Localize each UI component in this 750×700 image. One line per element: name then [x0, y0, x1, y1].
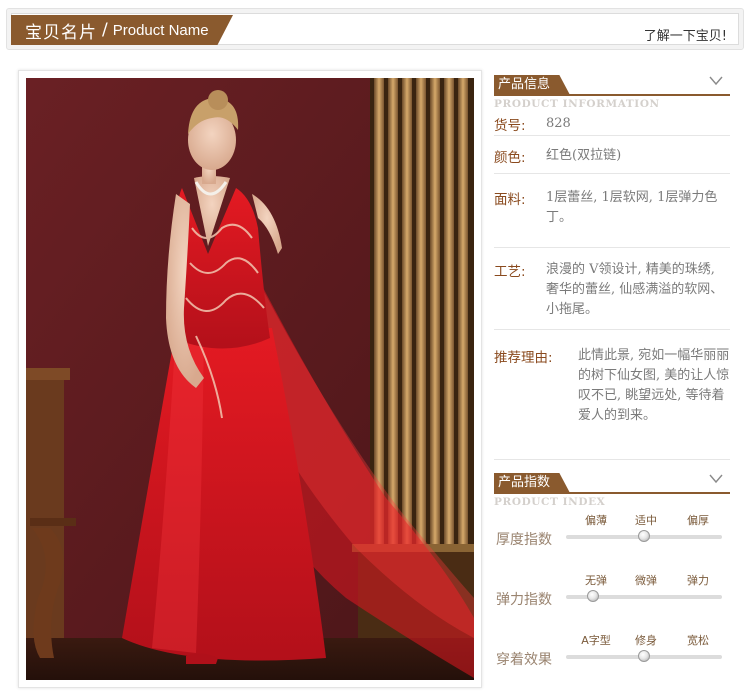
learn-more-link[interactable]: 了解一下宝贝! — [644, 25, 727, 44]
info-row-item-number: 货号: 828 — [494, 112, 730, 136]
index-option: 微弹 — [635, 574, 657, 587]
product-details-panel: 产品信息 PRODUCT INFORMATION 货号: 828 颜色: 红色(… — [494, 72, 730, 690]
product-info-title: 产品信息 — [494, 75, 570, 95]
header-title-en: Product Name — [112, 21, 209, 39]
product-photo — [26, 78, 474, 680]
index-option: 宽松 — [687, 634, 709, 647]
index-option: A字型 — [581, 634, 611, 647]
index-row-thickness: 厚度指数 偏薄 适中 偏厚 — [494, 510, 730, 570]
index-slider-knob[interactable] — [638, 650, 650, 662]
index-slider-knob[interactable] — [586, 590, 599, 602]
index-track — [566, 590, 722, 602]
index-track — [566, 530, 722, 542]
info-row-recommendation: 推荐理由: 此情此景, 宛如一幅华丽丽的树下仙女图, 美的让人惊叹不已, 眺望远… — [494, 330, 730, 460]
info-label: 面料: — [494, 192, 526, 208]
chevron-down-icon[interactable] — [708, 74, 724, 88]
info-label: 货号: — [494, 118, 526, 134]
index-slider-knob[interactable] — [638, 530, 650, 542]
index-row-fit: 穿着效果 A字型 修身 宽松 — [494, 630, 730, 690]
dress-illustration — [26, 78, 474, 680]
index-option: 偏厚 — [687, 514, 709, 527]
info-label: 工艺: — [494, 264, 526, 280]
index-option: 偏薄 — [585, 514, 607, 527]
info-value: 1层蕾丝, 1层软网, 1层弹力色丁。 — [546, 190, 718, 225]
header-title-cn: 宝贝名片 — [25, 22, 97, 43]
header-title-separator: / — [102, 20, 108, 40]
header-banner: 宝贝名片 / Product Name 了解一下宝贝! — [6, 8, 744, 50]
info-row-craft: 工艺: 浪漫的 V领设计, 精美的珠绣, 奢华的蕾丝, 仙感满溢的软网、小拖尾。 — [494, 248, 730, 330]
chevron-down-icon[interactable] — [708, 472, 724, 486]
info-row-color: 颜色: 红色(双拉链) — [494, 136, 730, 174]
index-option: 弹力 — [687, 574, 709, 587]
product-info-subtitle: PRODUCT INFORMATION — [494, 98, 660, 110]
product-photo-frame — [18, 70, 482, 688]
info-row-fabric: 面料: 1层蕾丝, 1层软网, 1层弹力色丁。 — [494, 174, 730, 248]
header-title-tag: 宝贝名片 / Product Name — [11, 15, 233, 45]
product-index-header: 产品指数 — [494, 470, 730, 494]
section-divider — [494, 492, 730, 494]
index-track — [566, 650, 722, 662]
index-label: 穿着效果 — [496, 652, 552, 668]
info-label: 推荐理由: — [494, 350, 553, 366]
info-value: 红色(双拉链) — [546, 148, 622, 163]
product-index-subtitle: PRODUCT INDEX — [494, 496, 606, 508]
index-option: 适中 — [635, 514, 657, 527]
index-option: 修身 — [635, 634, 657, 647]
info-value: 828 — [546, 116, 571, 131]
section-divider — [494, 94, 730, 96]
index-label: 厚度指数 — [496, 532, 552, 548]
index-row-elasticity: 弹力指数 无弹 微弹 弹力 — [494, 570, 730, 630]
index-label: 弹力指数 — [496, 592, 552, 608]
product-index-title: 产品指数 — [494, 473, 570, 493]
product-info-header: 产品信息 — [494, 72, 730, 96]
info-value: 浪漫的 V领设计, 精美的珠绣, 奢华的蕾丝, 仙感满溢的软网、小拖尾。 — [546, 262, 724, 317]
info-value: 此情此景, 宛如一幅华丽丽的树下仙女图, 美的让人惊叹不已, 眺望远处, 等待着… — [578, 348, 730, 423]
index-option: 无弹 — [585, 574, 607, 587]
info-label: 颜色: — [494, 150, 526, 166]
